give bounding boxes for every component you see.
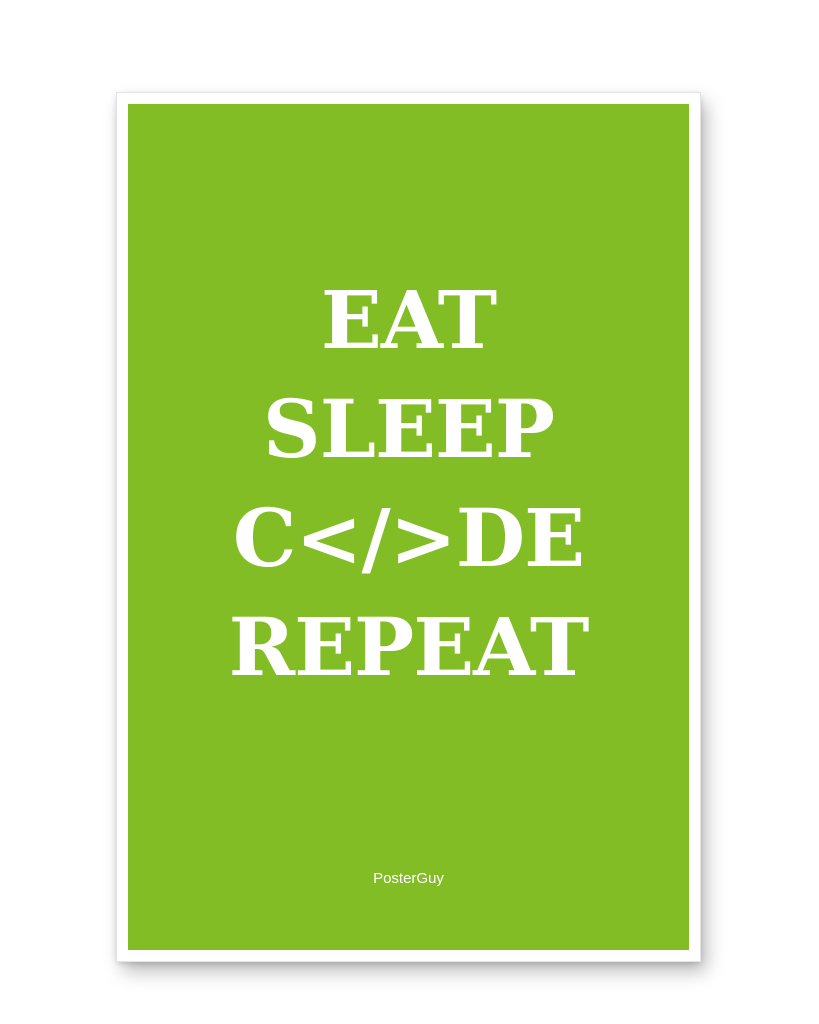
poster-headline: EAT SLEEP C</>DE REPEAT [128,266,689,702]
brand-label: PosterGuy [373,870,444,887]
headline-line-code: C</>DE [232,491,585,585]
headline-line-repeat: REPEAT [228,600,590,694]
headline-line-eat: EAT [320,273,497,367]
poster-frame: EAT SLEEP C</>DE REPEAT PosterGuy [117,93,700,961]
product-image: EAT SLEEP C</>DE REPEAT PosterGuy [0,0,819,1024]
headline-line-sleep: SLEEP [262,382,555,476]
poster-panel: EAT SLEEP C</>DE REPEAT PosterGuy [128,104,689,950]
